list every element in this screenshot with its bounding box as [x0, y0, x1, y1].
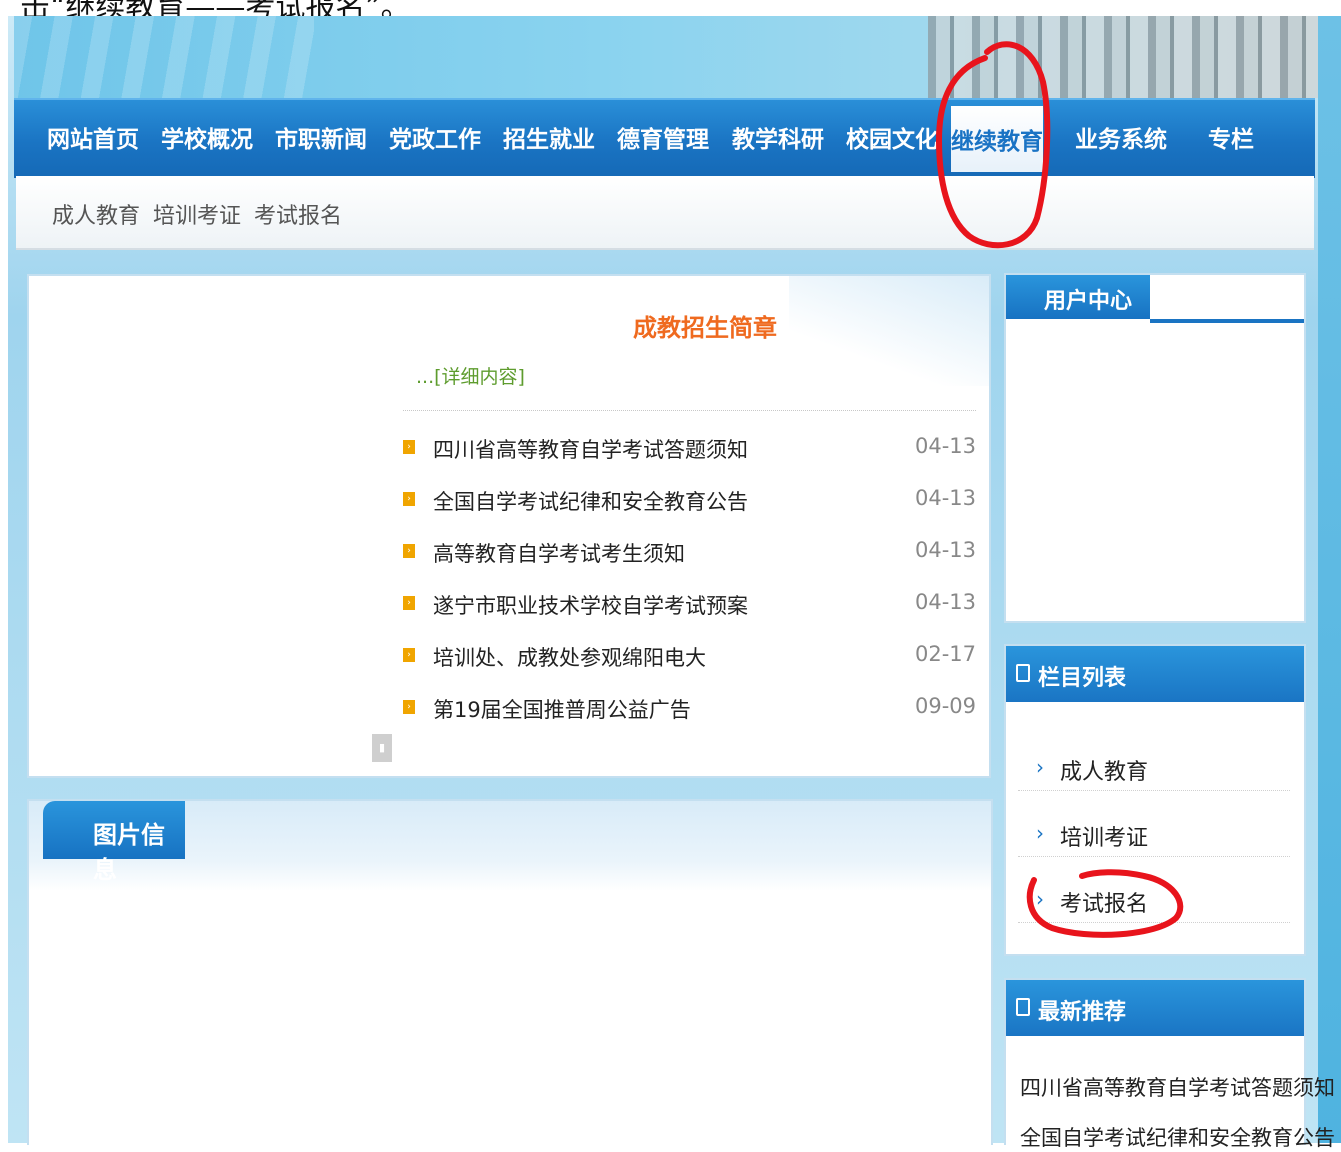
- column-item-label: 培训考证: [1060, 826, 1149, 851]
- panel-corner-decoration: [789, 276, 989, 386]
- news-date: 09-09: [914, 694, 976, 718]
- detail-link[interactable]: ...[详细内容]: [416, 362, 525, 389]
- news-title[interactable]: 第19届全国推普周公益广告: [433, 694, 691, 724]
- bullet-icon: ›: [403, 700, 415, 714]
- nav-item-teaching-research[interactable]: 教学科研: [732, 120, 824, 160]
- bullet-icon: ›: [403, 596, 415, 610]
- photo-info-panel: 图片信息: [27, 799, 993, 1145]
- slide-pager-button[interactable]: ▮: [372, 734, 392, 762]
- news-item[interactable]: › 全国自学考试纪律和安全教育公告 04-13: [403, 480, 976, 520]
- news-item[interactable]: › 高等教育自学考试考生须知 04-13: [403, 532, 976, 572]
- sub-nav: 成人教育 培训考证 考试报名: [16, 176, 1314, 250]
- subnav-item-adult-education[interactable]: 成人教育: [52, 198, 140, 230]
- bullet-icon: ›: [403, 440, 415, 454]
- bullet-icon: ›: [403, 544, 415, 558]
- nav-item-home[interactable]: 网站首页: [47, 120, 139, 160]
- nav-item-enrollment[interactable]: 招生就业: [503, 120, 595, 160]
- chevron-right-icon: ›: [1036, 821, 1044, 845]
- right-border-strip: [1318, 16, 1341, 1143]
- news-item[interactable]: › 第19届全国推普周公益广告 09-09: [403, 688, 976, 728]
- banner-photo: [928, 16, 1318, 98]
- photo-info-tab[interactable]: 图片信息: [43, 801, 185, 884]
- column-item-label: 成人教育: [1060, 760, 1149, 785]
- bullet-icon: ›: [403, 648, 415, 662]
- recommend-title: 最新推荐: [1038, 1000, 1127, 1025]
- nav-item-city-news[interactable]: 市职新闻: [275, 120, 367, 160]
- dotted-divider: [403, 410, 976, 411]
- feature-news-panel: 成教招生简章 ...[详细内容] › 四川省高等教育自学考试答题须知 04-13…: [27, 274, 991, 778]
- column-item-exam-registration[interactable]: › 考试报名: [1018, 878, 1290, 923]
- document-text-fragment: 击“继续教育——考试报名”。: [0, 0, 1341, 16]
- nav-item-party-work[interactable]: 党政工作: [389, 120, 481, 160]
- news-item[interactable]: › 遂宁市职业技术学校自学考试预案 04-13: [403, 584, 976, 624]
- news-date: 02-17: [914, 642, 976, 666]
- document-icon: [1016, 664, 1030, 682]
- column-item-adult-education[interactable]: › 成人教育: [1018, 746, 1290, 791]
- column-list-title: 栏目列表: [1038, 666, 1127, 691]
- column-item-label: 考试报名: [1060, 892, 1149, 917]
- nav-item-business-system[interactable]: 业务系统: [1075, 120, 1167, 160]
- recommend-panel: 最新推荐 四川省高等教育自学考试答题须知 全国自学考试纪律和安全教育公告: [1004, 978, 1335, 1150]
- banner-stripes: [14, 16, 314, 98]
- feature-title[interactable]: 成教招生简章: [633, 308, 777, 343]
- recommend-item[interactable]: 全国自学考试纪律和安全教育公告: [1020, 1122, 1335, 1152]
- news-date: 04-13: [914, 590, 976, 614]
- news-item[interactable]: › 培训处、成教处参观绵阳电大 02-17: [403, 636, 976, 676]
- recommend-item[interactable]: 四川省高等教育自学考试答题须知: [1020, 1072, 1335, 1102]
- news-date: 04-13: [914, 434, 976, 458]
- news-title[interactable]: 高等教育自学考试考生须知: [433, 538, 685, 568]
- subnav-item-training-certificate[interactable]: 培训考证: [153, 198, 241, 230]
- news-item[interactable]: › 四川省高等教育自学考试答题须知 04-13: [403, 428, 976, 468]
- nav-item-continuing-education[interactable]: 继续教育: [951, 106, 1043, 172]
- column-list-panel: 栏目列表 › 成人教育 › 培训考证 › 考试报名: [1004, 644, 1306, 956]
- bullet-icon: ›: [403, 492, 415, 506]
- user-center-title: 用户中心: [1044, 289, 1133, 314]
- chevron-right-icon: ›: [1036, 887, 1044, 911]
- news-title[interactable]: 培训处、成教处参观绵阳电大: [433, 642, 706, 672]
- photo-info-title: 图片信息: [93, 821, 165, 884]
- user-center-tab[interactable]: 用户中心: [1006, 275, 1150, 319]
- news-title[interactable]: 全国自学考试纪律和安全教育公告: [433, 486, 748, 516]
- doc-text: 击“继续教育——考试报名”。: [20, 0, 411, 16]
- nav-item-special-column[interactable]: 专栏: [1208, 120, 1254, 160]
- nav-item-campus-culture[interactable]: 校园文化: [846, 120, 938, 160]
- nav-item-school-overview[interactable]: 学校概况: [161, 120, 253, 160]
- user-center-panel: 用户中心: [1004, 273, 1306, 623]
- news-date: 04-13: [914, 486, 976, 510]
- news-title[interactable]: 四川省高等教育自学考试答题须知: [433, 434, 748, 464]
- column-item-training-certificate[interactable]: › 培训考证: [1018, 812, 1290, 857]
- news-title[interactable]: 遂宁市职业技术学校自学考试预案: [433, 590, 748, 620]
- document-icon: [1016, 998, 1030, 1016]
- subnav-item-exam-registration[interactable]: 考试报名: [254, 198, 342, 230]
- nav-item-moral-education[interactable]: 德育管理: [617, 120, 709, 160]
- header-banner: [14, 16, 1318, 98]
- column-list-header: 栏目列表: [1006, 646, 1304, 702]
- chevron-right-icon: ›: [1036, 755, 1044, 779]
- recommend-header: 最新推荐: [1006, 980, 1304, 1036]
- tab-underline: [1150, 319, 1304, 323]
- news-date: 04-13: [914, 538, 976, 562]
- main-nav: 网站首页 学校概况 市职新闻 党政工作 招生就业 德育管理 教学科研 校园文化 …: [14, 98, 1315, 178]
